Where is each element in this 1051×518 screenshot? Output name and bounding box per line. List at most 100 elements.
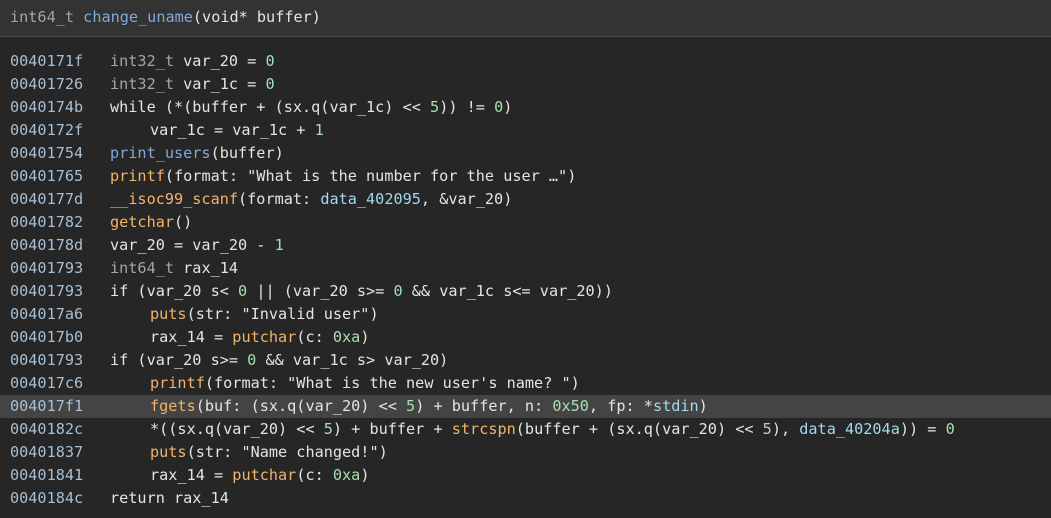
code-line[interactable]: 0040184c return rax_14	[0, 487, 1051, 510]
code-text: && var_1c s> var_20)	[256, 351, 449, 369]
line-address[interactable]: 00401782	[10, 211, 83, 234]
code-text: )	[698, 397, 708, 415]
code-text: )) =	[899, 420, 946, 438]
code-statement: print_users(buffer)	[110, 142, 284, 165]
code-line[interactable]: 0040182c *((sx.q(var_20) << 5) + buffer +…	[0, 418, 1051, 441]
line-address[interactable]: 004017f1	[10, 395, 83, 418]
import-call-token[interactable]: putchar	[232, 328, 296, 346]
line-address[interactable]: 0040174b	[10, 96, 83, 119]
data-symbol-token[interactable]: data_40204a	[799, 420, 900, 438]
line-address[interactable]: 004017a6	[10, 303, 83, 326]
code-line[interactable]: 0040177d __isoc99_scanf(format: data_4020…	[0, 188, 1051, 211]
line-address[interactable]: 00401793	[10, 280, 83, 303]
code-text: var_1c =	[174, 75, 266, 93]
type-token: int32_t	[110, 75, 175, 93]
code-line[interactable]: 00401793 if (var_20 s>= 0 && var_1c s> va…	[0, 349, 1051, 372]
code-statement: printf(format: "What is the number for t…	[110, 165, 576, 188]
import-call-token[interactable]: printf	[150, 374, 205, 392]
import-call-token[interactable]: printf	[110, 167, 165, 185]
code-statement: getchar()	[110, 211, 192, 234]
code-text: )	[360, 466, 370, 484]
number-literal: 0	[393, 282, 403, 300]
line-address[interactable]: 00401754	[10, 142, 83, 165]
data-symbol-token[interactable]: data_402095	[320, 190, 421, 208]
code-text: (format: "What is the new user's name? "…	[204, 374, 580, 392]
code-statement: int32_t var_20 = 0	[110, 50, 275, 73]
import-call-token[interactable]: puts	[150, 443, 187, 461]
import-call-token[interactable]: __isoc99_scanf	[110, 190, 238, 208]
line-address[interactable]: 0040178d	[10, 234, 83, 257]
code-line[interactable]: 00401782 getchar()	[0, 211, 1051, 234]
code-statement: puts(str: "Invalid user")	[110, 303, 379, 326]
code-line[interactable]: 00401841 rax_14 = putchar(c: 0xa)	[0, 464, 1051, 487]
line-address[interactable]: 00401726	[10, 73, 83, 96]
code-line[interactable]: 00401793 int64_t rax_14	[0, 257, 1051, 280]
code-line[interactable]: 0040172f var_1c = var_1c + 1	[0, 119, 1051, 142]
code-line[interactable]: 004017a6 puts(str: "Invalid user")	[0, 303, 1051, 326]
code-statement: var_20 = var_20 - 1	[110, 234, 284, 257]
line-address[interactable]: 0040171f	[10, 50, 83, 73]
code-line[interactable]: 0040171f int32_t var_20 = 0	[0, 50, 1051, 73]
line-address[interactable]: 0040177d	[10, 188, 83, 211]
code-line[interactable]: 00401837 puts(str: "Name changed!")	[0, 441, 1051, 464]
number-literal: 0	[265, 52, 275, 70]
code-text: )	[503, 98, 513, 116]
code-text: return rax_14	[110, 489, 229, 507]
decompiled-code-view[interactable]: 0040171f int32_t var_20 = 0 00401726 int32_…	[0, 37, 1051, 510]
number-literal: 5	[762, 420, 772, 438]
code-statement: var_1c = var_1c + 1	[110, 119, 324, 142]
code-statement: int64_t rax_14	[110, 257, 238, 280]
code-text: if (var_20 s<	[110, 282, 239, 300]
type-token: int64_t	[110, 259, 175, 277]
line-address[interactable]: 00401765	[10, 165, 83, 188]
code-text: || (var_20 s>=	[247, 282, 394, 300]
code-text: (buffer + (sx.q(var_20) <<	[515, 420, 763, 438]
import-call-token[interactable]: puts	[150, 305, 187, 323]
code-statement: fgets(buf: (sx.q(var_20) << 5) + buffer,…	[110, 395, 708, 418]
code-text: var_1c = var_1c +	[150, 121, 315, 139]
line-address[interactable]: 00401793	[10, 257, 83, 280]
code-line[interactable]: 00401793 if (var_20 s< 0 || (var_20 s>= 0…	[0, 280, 1051, 303]
code-line-selected[interactable]: 004017f1 fgets(buf: (sx.q(var_20) << 5) +…	[0, 395, 1051, 418]
line-address[interactable]: 00401837	[10, 441, 83, 464]
code-text: (str: "Invalid user")	[186, 305, 379, 323]
number-literal: 5	[430, 98, 440, 116]
code-line[interactable]: 00401765 printf(format: "What is the numb…	[0, 165, 1051, 188]
data-symbol-token[interactable]: stdin	[653, 397, 699, 415]
code-statement: printf(format: "What is the new user's n…	[110, 372, 580, 395]
function-name[interactable]: change_uname	[83, 8, 193, 26]
code-line[interactable]: 0040174b while (*(buffer + (sx.q(var_1c) …	[0, 96, 1051, 119]
code-text: (format: "What is the number for the use…	[164, 167, 577, 185]
function-call-token[interactable]: print_users	[110, 144, 211, 162]
code-line[interactable]: 00401754 print_users(buffer)	[0, 142, 1051, 165]
line-address[interactable]: 0040172f	[10, 119, 83, 142]
number-literal: 0xa	[332, 466, 361, 484]
line-address[interactable]: 00401841	[10, 464, 83, 487]
code-text: ) + buffer +	[332, 420, 452, 438]
code-text: , &var_20)	[420, 190, 513, 208]
line-address[interactable]: 00401793	[10, 349, 83, 372]
code-text: (format:	[238, 190, 321, 208]
code-text: while (*(buffer + (sx.q(var_1c) <<	[110, 98, 431, 116]
line-address[interactable]: 004017b0	[10, 326, 83, 349]
import-call-token[interactable]: putchar	[232, 466, 296, 484]
import-call-token[interactable]: getchar	[110, 213, 174, 231]
code-line[interactable]: 004017c6 printf(format: "What is the new …	[0, 372, 1051, 395]
code-text: var_20 = var_20 -	[110, 236, 275, 254]
number-literal: 0	[247, 351, 257, 369]
import-call-token[interactable]: strcspn	[452, 420, 516, 438]
code-text: ) + buffer, n:	[415, 397, 553, 415]
code-text: (str: "Name changed!")	[186, 443, 388, 461]
code-line[interactable]: 004017b0 rax_14 = putchar(c: 0xa)	[0, 326, 1051, 349]
code-text: (c:	[296, 328, 333, 346]
code-text: (buffer)	[210, 144, 284, 162]
code-statement: while (*(buffer + (sx.q(var_1c) << 5)) !…	[110, 96, 512, 119]
code-text: , fp: *	[588, 397, 653, 415]
line-address[interactable]: 0040182c	[10, 418, 83, 441]
line-address[interactable]: 004017c6	[10, 372, 83, 395]
line-address[interactable]: 0040184c	[10, 487, 83, 510]
number-literal: 1	[274, 236, 284, 254]
import-call-token[interactable]: fgets	[150, 397, 196, 415]
code-line[interactable]: 00401726 int32_t var_1c = 0	[0, 73, 1051, 96]
code-line[interactable]: 0040178d var_20 = var_20 - 1	[0, 234, 1051, 257]
